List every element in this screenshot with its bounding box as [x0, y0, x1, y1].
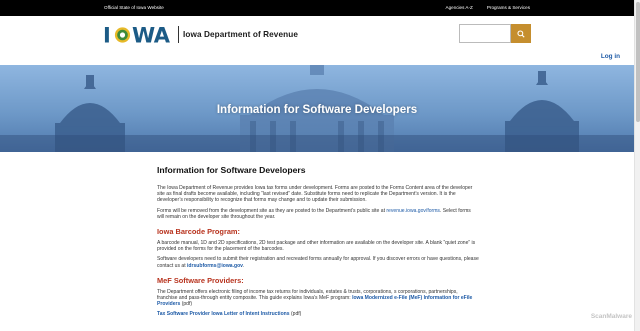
search-button[interactable]: [511, 24, 531, 43]
forms-link[interactable]: revenue.iowa.gov/forms: [386, 208, 440, 214]
intro-paragraph: The Iowa Department of Revenue provides …: [157, 185, 473, 204]
main-content: Information for Software Developers The …: [157, 165, 479, 322]
barcode-contact-paragraph: Software developers need to submit their…: [157, 256, 479, 268]
scanmalware-watermark: ScanMalware: [590, 313, 632, 320]
site-header: I WA Iowa Department of Revenue: [0, 16, 634, 65]
utility-nav: Agencies A-Z Programs & Services: [446, 5, 530, 10]
page-scrollbar[interactable]: [634, 0, 640, 331]
barcode-contact-end: .: [243, 262, 245, 269]
removal-paragraph: Forms will be removed from the developme…: [157, 208, 479, 220]
search-input[interactable]: [459, 24, 511, 43]
letter-of-intent-paragraph: Tax Software Provider Iowa Letter of Int…: [157, 311, 479, 317]
hero-banner: Information for Software Developers: [0, 65, 634, 152]
letter-pdf-label: (pdf): [289, 311, 302, 318]
programs-link[interactable]: Programs & Services: [487, 5, 530, 10]
contact-email-link[interactable]: idrsubforms@iowa.gov: [187, 263, 243, 269]
svg-text:WA: WA: [132, 25, 171, 44]
department-name: Iowa Department of Revenue: [183, 30, 298, 39]
top-utility-bar: Official State of Iowa Website Agencies …: [0, 0, 634, 16]
barcode-heading: Iowa Barcode Program:: [157, 227, 240, 237]
mef-paragraph: The Department offers electronic filing …: [157, 289, 479, 308]
mef-pdf-label: (pdf): [180, 301, 193, 308]
barcode-paragraph: A barcode manual, 1D and 2D specificatio…: [157, 240, 476, 253]
search-icon: [517, 29, 525, 38]
logo-mark: I WA: [103, 25, 175, 44]
removal-text: Forms will be removed from the developme…: [157, 207, 387, 214]
iowa-logo[interactable]: I WA Iowa Department of Revenue: [103, 25, 298, 44]
scrollbar-thumb[interactable]: [636, 2, 640, 122]
agencies-link[interactable]: Agencies A-Z: [446, 5, 473, 10]
login-link[interactable]: Log in: [601, 53, 620, 60]
official-site-label: Official State of Iowa Website: [104, 5, 164, 10]
page-title: Information for Software Developers: [157, 165, 306, 175]
letter-of-intent-link[interactable]: Tax Software Provider Iowa Letter of Int…: [157, 311, 290, 317]
logo-divider: [178, 26, 179, 43]
mef-heading: MeF Software Providers:: [157, 275, 244, 285]
svg-text:I: I: [103, 25, 110, 44]
hero-title: Information for Software Developers: [216, 103, 418, 116]
